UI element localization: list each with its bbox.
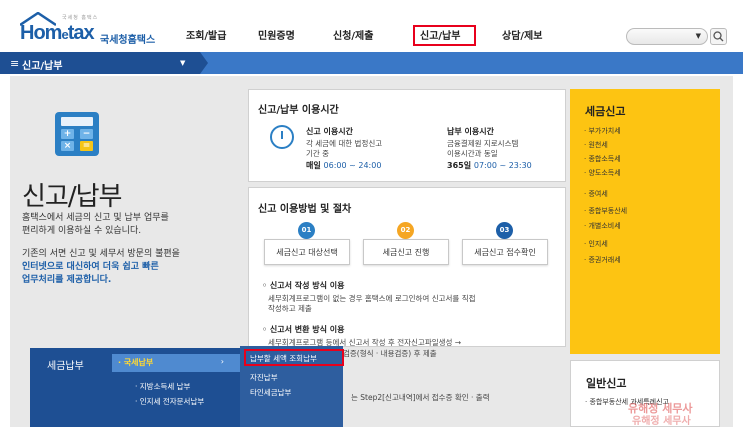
intro-text-2: 기존의 서면 신고 및 세무서 방문의 불편을 인터넷으로 대신하여 더욱 쉽고… xyxy=(22,249,180,285)
chevron-down-icon: ▼ xyxy=(180,59,186,67)
chevron-right-icon: › xyxy=(220,357,224,366)
tax-report-item[interactable]: · 종합부동산세 xyxy=(584,206,627,216)
step-3-button[interactable]: 세금신고 접수확인 xyxy=(462,239,548,265)
third-party-payment-item[interactable]: 타인세금납부 xyxy=(250,387,291,398)
logo-subtitle: 국세청홈택스 xyxy=(100,35,156,46)
general-report-title: 일반신고 xyxy=(586,377,627,390)
stamp-tax-item[interactable]: · 인지세 전자문서납부 xyxy=(135,396,204,407)
tax-report-item[interactable]: · 인지세 xyxy=(584,239,608,249)
tax-report-item[interactable]: · 부가가치세 xyxy=(584,126,621,136)
tax-report-box: 세금신고 · 부가가치세 · 원천세 · 종합소득세 · 양도소득세 · 증여세… xyxy=(570,89,720,354)
page-title: 신고/납부 xyxy=(22,182,122,212)
chevron-down-icon: ▼ xyxy=(695,32,701,40)
report-hours-title: 신고 이용시간 xyxy=(306,127,353,136)
tax-report-title: 세금신고 xyxy=(585,105,626,118)
tax-report-item[interactable]: · 증권거래세 xyxy=(584,255,621,265)
national-tax-payment-item[interactable]: · 국세납부 › xyxy=(112,354,240,372)
header: 국세청 홈택스 Hometax 국세청홈택스 조회/발급 민원증명 신청/제출 … xyxy=(0,0,743,50)
active-nav-highlight xyxy=(413,25,476,46)
pay-hours-time: 365일 07:00 ~ 23:30 xyxy=(447,161,532,170)
search-icon xyxy=(713,31,724,42)
tax-payment-label[interactable]: 세금납부 xyxy=(47,357,84,372)
hamburger-icon: ≡ xyxy=(10,57,20,70)
method-1-title: ◦ 신고서 작성 방식 이용 xyxy=(262,281,345,290)
intro-text-1: 홈택스에서 세금의 신고 및 납부 업무를 편리하게 이용하실 수 있습니다. xyxy=(22,213,169,236)
tax-report-item[interactable]: · 원천세 xyxy=(584,140,608,150)
search-button[interactable] xyxy=(710,28,727,45)
clock-calendar-icon xyxy=(270,125,294,149)
section-selector[interactable]: ≡ 신고/납부 ▼ xyxy=(0,52,200,74)
step-2-badge: 02 xyxy=(397,222,414,239)
tax-report-item[interactable]: · 개별소비세 xyxy=(584,221,621,231)
nav-certificates[interactable]: 민원증명 xyxy=(258,27,295,42)
step-1-badge: 01 xyxy=(298,222,315,239)
step-3-badge: 03 xyxy=(496,222,513,239)
tax-report-item[interactable]: · 증여세 xyxy=(584,189,608,199)
section-bar: ≡ 신고/납부 ▼ xyxy=(0,52,743,74)
pay-hours-title: 납부 이용시간 xyxy=(447,127,494,136)
nav-apply-submit[interactable]: 신청/제출 xyxy=(333,27,373,42)
logo-wordmark: Hometax xyxy=(20,22,95,44)
tax-payment-menu: 세금납부 · 국세납부 › · 지방소득세 납부 · 인지세 전자문서납부 xyxy=(30,348,240,427)
procedure-title: 신고 이용방법 및 절차 xyxy=(258,204,352,215)
hours-title: 신고/납부 이용시간 xyxy=(258,105,339,116)
local-income-tax-item[interactable]: · 지방소득세 납부 xyxy=(135,381,190,392)
watermark: 유해정 세무사 xyxy=(632,416,691,427)
tax-report-item[interactable]: · 종합소득세 xyxy=(584,154,621,164)
inquiry-payment-highlight xyxy=(244,349,344,366)
tax-report-item[interactable]: · 양도소득세 xyxy=(584,168,621,178)
hometax-logo[interactable]: 국세청 홈택스 Hometax 국세청홈택스 xyxy=(18,12,168,46)
section-bar-arrow xyxy=(200,52,208,74)
self-payment-item[interactable]: 자진납부 xyxy=(250,372,278,383)
calculator-icon: + − × = xyxy=(55,112,99,156)
nav-inquiry-issue[interactable]: 조회/발급 xyxy=(186,27,226,42)
method-2-title: ◦ 신고서 변환 방식 이용 xyxy=(262,325,345,334)
section-label: 신고/납부 xyxy=(22,61,63,72)
step-1-button[interactable]: 세금신고 대상선택 xyxy=(264,239,350,265)
step-2-button[interactable]: 세금신고 진행 xyxy=(363,239,449,265)
nav-consult-report[interactable]: 상담/제보 xyxy=(502,27,542,42)
search-select[interactable]: ▼ xyxy=(626,28,708,45)
national-tax-submenu: 납부할 세액 조회납부 자진납부 타인세금납부 xyxy=(240,346,344,427)
report-hours-time: 매일 06:00 ~ 24:00 xyxy=(306,161,382,170)
logo-small-text: 국세청 홈택스 xyxy=(62,15,99,21)
